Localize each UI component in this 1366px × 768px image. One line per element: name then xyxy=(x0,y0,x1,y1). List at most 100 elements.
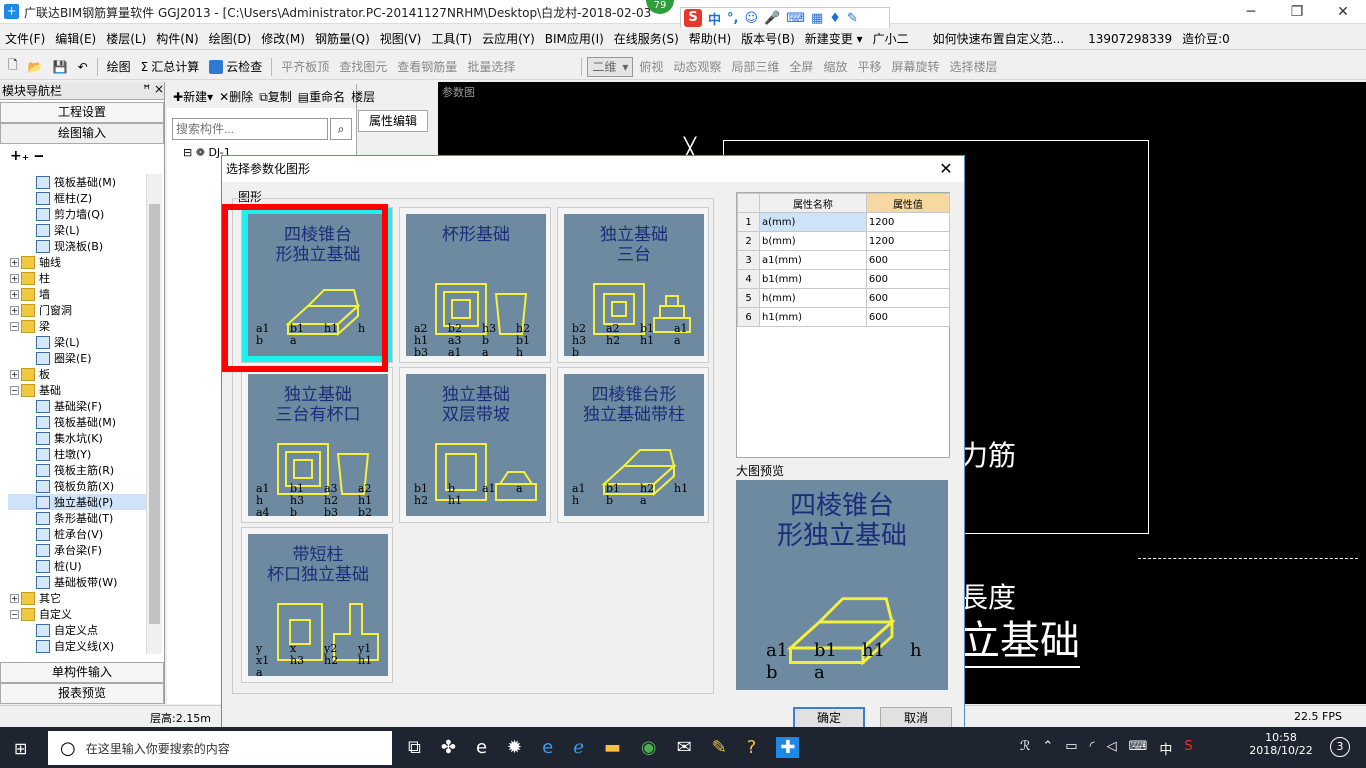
ime-toolbar[interactable]: S 中 °, ☺ 🎤 ⌨ ▦ ♦ ✎ xyxy=(680,7,890,29)
floor-button[interactable]: 楼层 xyxy=(351,88,375,105)
prop-value[interactable]: 600 xyxy=(865,288,951,308)
shirt-icon[interactable]: ♦ xyxy=(829,11,841,26)
shape-tile[interactable]: 带短柱 杯口独立基础 y x y2 y1 x1 h3 h2 h1 a xyxy=(241,527,393,683)
rename-button[interactable]: ▤重命名 xyxy=(298,88,345,105)
view-mode-select[interactable]: 二维 ▾ xyxy=(587,56,634,77)
people-icon[interactable]: ℛ xyxy=(1020,739,1030,758)
menu-version[interactable]: 版本号(B) xyxy=(736,30,800,47)
tree-item[interactable]: + 门窗洞 xyxy=(8,302,156,318)
local-3d-button[interactable]: 局部三维 xyxy=(727,56,783,78)
ime-punct[interactable]: °, xyxy=(727,11,738,26)
ime-lang[interactable]: 中 xyxy=(1159,739,1172,758)
notifications-icon[interactable]: 3 xyxy=(1330,737,1350,757)
grid-icon[interactable]: ▦ xyxy=(811,11,823,26)
help-icon[interactable]: ? xyxy=(747,737,757,758)
expand-icon[interactable]: + xyxy=(10,369,19,379)
prop-value[interactable]: 600 xyxy=(865,307,951,327)
battery-icon[interactable]: ▭ xyxy=(1065,739,1077,758)
project-settings-button[interactable]: 工程设置 xyxy=(0,102,164,123)
menu-account[interactable]: 13907298339 xyxy=(1083,32,1177,46)
menu-cloud[interactable]: 云应用(Y) xyxy=(477,30,540,47)
expand-icon[interactable]: + xyxy=(10,289,19,299)
search-input[interactable] xyxy=(172,118,328,140)
tree-item[interactable]: 筏板主筋(R) xyxy=(8,462,156,478)
zoom-button[interactable]: 缩放 xyxy=(819,56,851,78)
windows-start-icon[interactable]: ⊞ xyxy=(14,739,27,758)
shape-tile[interactable]: 独立基础 三台 b2 a2 b1 a1 h3 h2 h1 a b xyxy=(557,207,709,363)
expand-icon[interactable]: + xyxy=(10,257,19,267)
prop-value[interactable]: 1200 xyxy=(865,212,951,232)
sogou-icon[interactable]: S xyxy=(684,9,702,27)
tree-item[interactable]: + 轴线 xyxy=(8,254,156,270)
expand-icon[interactable]: + xyxy=(10,273,19,283)
notes-icon[interactable]: ✎ xyxy=(712,737,727,758)
close-button[interactable]: ✕ xyxy=(1320,0,1366,24)
taskbar-search[interactable]: ○ 在这里输入你要搜索的内容 xyxy=(48,731,392,765)
tree-item[interactable]: 梁(L) xyxy=(8,334,156,350)
expand-icon[interactable]: − xyxy=(10,609,19,619)
menu-draw[interactable]: 绘图(D) xyxy=(204,30,257,47)
task-view-icon[interactable]: ⧉ xyxy=(408,737,421,758)
mic-icon[interactable]: 🎤 xyxy=(764,11,780,26)
prop-value[interactable]: 1200 xyxy=(865,231,951,251)
table-row[interactable]: 5 h(mm) 600 xyxy=(737,288,951,308)
tree-item[interactable]: + 柱 xyxy=(8,270,156,286)
tree-item[interactable]: 筏板基础(M) xyxy=(8,414,156,430)
dynamic-view-button[interactable]: 动态观察 xyxy=(669,56,725,78)
edge-icon[interactable]: e xyxy=(476,737,487,758)
tree-item[interactable]: 桩承台(V) xyxy=(8,526,156,542)
tree-item[interactable]: 集水坑(K) xyxy=(8,430,156,446)
report-preview-button[interactable]: 报表预览 xyxy=(0,683,164,704)
tree-item[interactable]: 框柱(Z) xyxy=(8,190,156,206)
shape-tile[interactable]: 独立基础三台有杯口a1b1a3a2hh3h2h1a4bb3b2a xyxy=(241,367,393,523)
table-row[interactable]: 3 a1(mm) 600 xyxy=(737,250,951,270)
scrollbar-thumb[interactable] xyxy=(149,204,160,624)
ie-icon[interactable]: ℯ xyxy=(573,737,584,758)
menu-tools[interactable]: 工具(T) xyxy=(426,30,477,47)
glodon-app-icon[interactable]: ✚ xyxy=(776,737,800,758)
draw-button[interactable]: 绘图 xyxy=(103,56,135,78)
batch-select-button[interactable]: 批量选择 xyxy=(463,56,519,78)
expand-icon[interactable]: − xyxy=(10,385,19,395)
search-icon[interactable]: ⌕ xyxy=(330,118,352,140)
flush-slab-button[interactable]: 平齐板顶 xyxy=(277,56,333,78)
tree-item[interactable]: 筏板负筋(X) xyxy=(8,478,156,494)
pin-close-icon[interactable]: ꟸ × xyxy=(143,82,164,99)
keyboard-icon[interactable]: ⌨ xyxy=(1129,739,1148,758)
menu-tip-link[interactable]: 如何快速布置自定义范... xyxy=(928,30,1069,47)
table-row[interactable]: 6 h1(mm) 600 xyxy=(737,307,951,327)
shape-tile[interactable]: 独立基础 双层带坡 b1 b a1 a h2 h1 xyxy=(399,367,551,523)
sum-calc-button[interactable]: Σ 汇总计算 xyxy=(137,56,204,78)
save-icon[interactable]: 💾 xyxy=(49,56,72,78)
menu-component[interactable]: 构件(N) xyxy=(151,30,203,47)
tree-scrollbar[interactable] xyxy=(146,174,162,654)
menu-floor[interactable]: 楼层(L) xyxy=(101,30,151,47)
close-icon[interactable]: ✕ xyxy=(934,156,958,182)
undo-icon[interactable]: ↶ xyxy=(74,56,92,78)
wifi-icon[interactable]: ◜ xyxy=(1090,739,1095,758)
select-floor-button[interactable]: 选择楼层 xyxy=(945,56,1001,78)
menu-rebar-qty[interactable]: 钢筋量(Q) xyxy=(310,30,375,47)
table-row[interactable]: 1 a(mm) 1200 xyxy=(737,212,951,232)
delete-button[interactable]: ✕删除 xyxy=(219,88,253,105)
tree-item[interactable]: 自定义点 xyxy=(8,622,156,638)
fullscreen-button[interactable]: 全屏 xyxy=(785,56,817,78)
drawing-input-button[interactable]: 绘图输入 xyxy=(0,123,164,144)
expand-collapse-icon[interactable]: +₊ ‒ xyxy=(0,144,164,166)
view-rebar-button[interactable]: 查看钢筋量 xyxy=(393,56,461,78)
tree-item[interactable]: + 板 xyxy=(8,366,156,382)
shape-tile[interactable]: 杯形基础 a2 b2 h3 h2 h1 a3 b b1 b3 a1 a h xyxy=(399,207,551,363)
menu-new-change[interactable]: 新建变更 ▾ xyxy=(800,30,868,47)
tree-item[interactable]: − 基础 xyxy=(8,382,156,398)
folder-icon[interactable]: ▬ xyxy=(604,737,621,758)
tree-item[interactable]: − 梁 xyxy=(8,318,156,334)
menu-view[interactable]: 视图(V) xyxy=(375,30,427,47)
tree-item[interactable]: 圈梁(E) xyxy=(8,350,156,366)
tree-item[interactable]: 基础梁(F) xyxy=(8,398,156,414)
maximize-button[interactable]: ❐ xyxy=(1274,0,1320,24)
mail-icon[interactable]: ✉ xyxy=(677,737,692,758)
bird-icon[interactable]: ✹ xyxy=(507,737,522,758)
tab-properties[interactable]: 属性编辑 xyxy=(358,110,428,132)
copy-button[interactable]: ⧉复制 xyxy=(259,88,292,105)
fan-icon[interactable]: ✤ xyxy=(441,737,456,758)
